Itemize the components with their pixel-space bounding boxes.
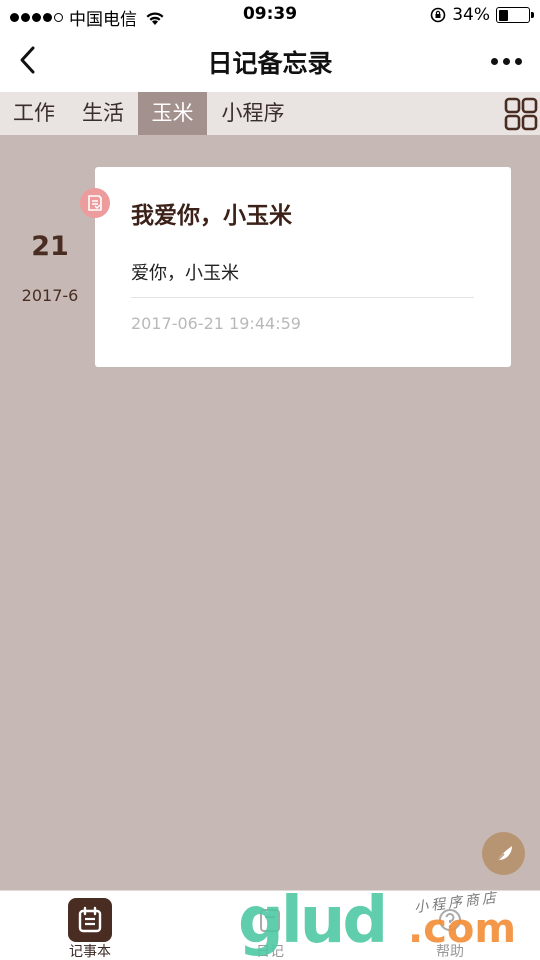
note-card[interactable]: 我爱你，小玉米 爱你，小玉米 2017-06-21 19:44:59 xyxy=(95,167,511,367)
notebook-icon xyxy=(68,898,112,942)
status-right: 34% xyxy=(430,5,534,25)
status-bar: 中国电信 09:39 34% xyxy=(0,0,540,30)
more-button[interactable] xyxy=(486,48,526,74)
help-icon xyxy=(428,898,472,942)
tab-mini-program[interactable]: 小程序 xyxy=(207,92,299,135)
category-tab-bar: 工作 生活 玉米 小程序 xyxy=(0,92,540,135)
tab-work[interactable]: 工作 xyxy=(0,92,68,135)
notes-list: 21 2017-6 我爱你，小玉米 爱你，小玉米 2017-06-21 19:4… xyxy=(0,135,540,890)
battery-icon xyxy=(496,7,534,23)
new-note-button[interactable] xyxy=(482,832,525,875)
feather-icon xyxy=(494,845,512,863)
bottom-tab-notebook[interactable]: 记事本 xyxy=(30,891,150,960)
diary-icon xyxy=(248,898,292,942)
category-grid-button[interactable] xyxy=(502,92,540,135)
back-button[interactable] xyxy=(8,40,48,80)
page-title: 日记备忘录 xyxy=(207,49,333,78)
bottom-tab-label: 记事本 xyxy=(69,944,111,960)
tab-yumi[interactable]: 玉米 xyxy=(138,92,207,135)
note-title: 我爱你，小玉米 xyxy=(131,203,292,229)
battery-percent: 34% xyxy=(452,5,490,25)
note-divider xyxy=(131,297,474,298)
bottom-tab-bar: 记事本 日记 帮助 xyxy=(0,890,540,960)
note-timestamp: 2017-06-21 19:44:59 xyxy=(131,314,301,333)
bottom-tab-diary[interactable]: 日记 xyxy=(210,891,330,960)
bottom-tab-label: 日记 xyxy=(256,944,284,960)
tab-life[interactable]: 生活 xyxy=(68,92,138,135)
entry-date-day: 21 xyxy=(31,231,69,262)
more-dots-icon xyxy=(490,57,498,65)
battery-fill xyxy=(498,9,509,21)
nav-header: 日记备忘录 xyxy=(0,30,540,92)
note-icon xyxy=(80,188,110,218)
entry-date-month: 2017-6 xyxy=(21,286,79,305)
bottom-tab-label: 帮助 xyxy=(436,944,464,960)
grid-icon xyxy=(504,97,538,130)
chevron-left-icon xyxy=(20,46,35,74)
note-body: 爱你，小玉米 xyxy=(131,263,239,284)
rotation-lock-icon xyxy=(430,7,446,23)
bottom-tab-help[interactable]: 帮助 xyxy=(390,891,510,960)
